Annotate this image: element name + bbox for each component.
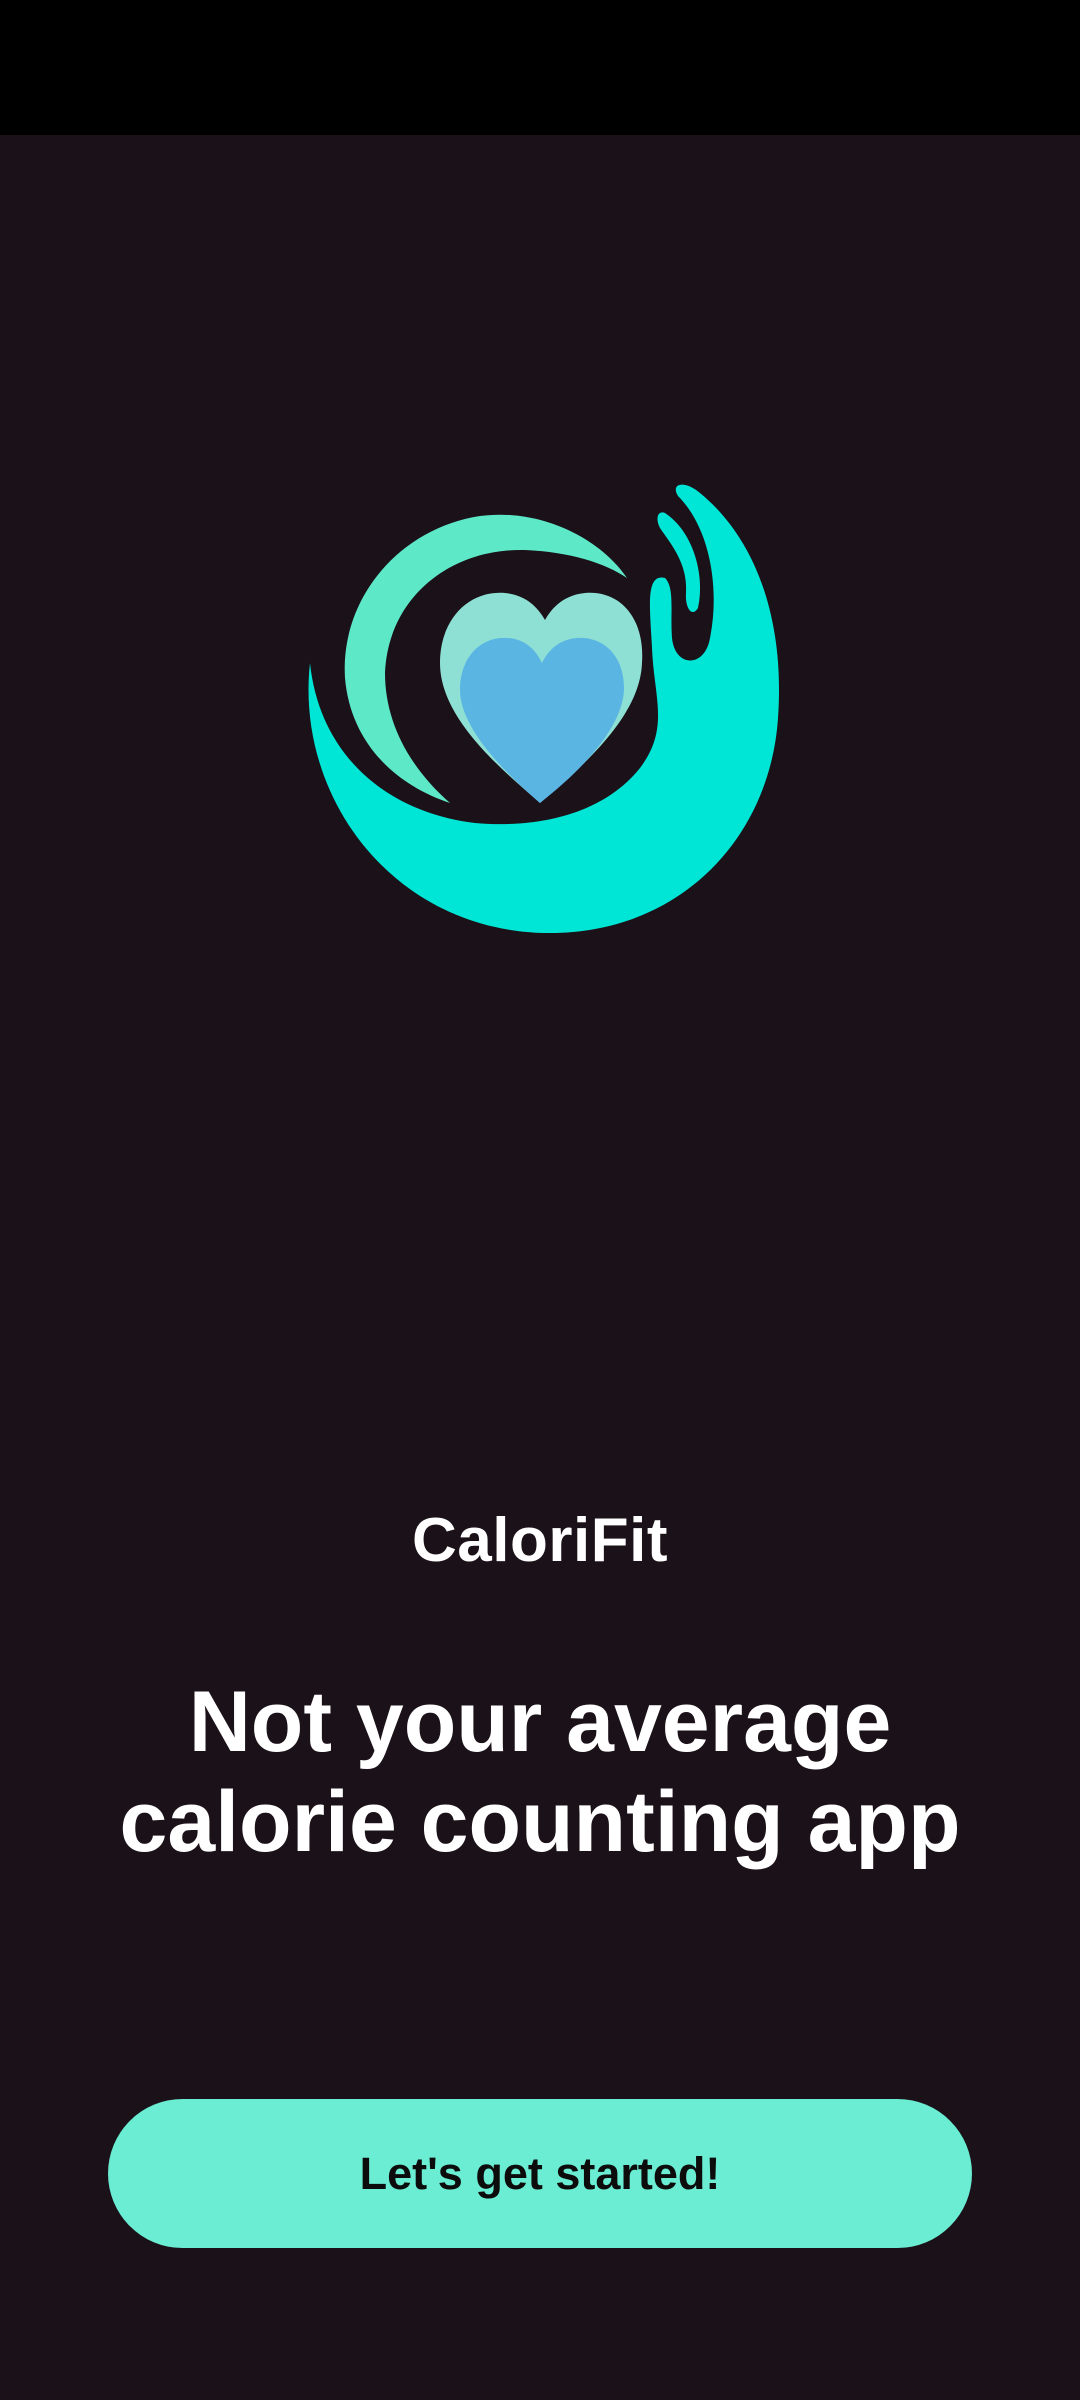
app-name: CaloriFit <box>412 1506 668 1575</box>
get-started-button[interactable]: Let's get started! <box>108 2099 972 2248</box>
status-bar <box>0 0 1080 135</box>
app-logo <box>300 468 790 938</box>
tagline: Not your average calorie counting app <box>119 1674 961 1870</box>
hand-holding-heart-icon <box>308 484 780 933</box>
